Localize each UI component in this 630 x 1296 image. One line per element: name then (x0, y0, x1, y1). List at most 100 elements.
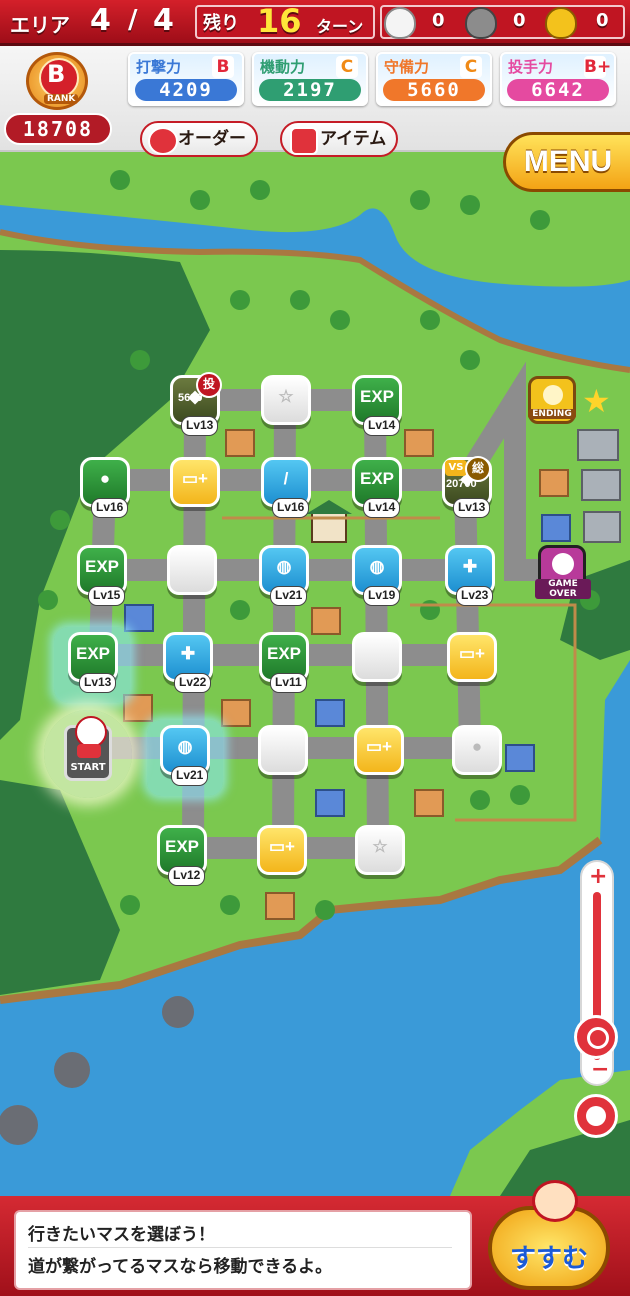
start-tile[interactable]: START (64, 716, 112, 781)
map-tile[interactable]: ✚ Lv22 (163, 632, 213, 693)
map-tile[interactable]: ▭+ (354, 725, 404, 775)
tile-icon: ✚ (180, 644, 196, 663)
bags-panel (380, 5, 625, 39)
message-line-1: 行きたいマスを選ぼう！ (28, 1225, 215, 1245)
tile-icon: ▭+ (459, 644, 485, 663)
ending-label: ENDING (528, 409, 576, 419)
rank-badge: B RANK (14, 52, 104, 114)
stat-label: 守備力 (384, 58, 430, 76)
map-tile[interactable]: ▭+ (170, 457, 220, 507)
map-tile[interactable]: / Lv16 (261, 457, 311, 518)
map-tile[interactable] (352, 632, 402, 682)
map-tile[interactable]: EXP Lv13 (68, 632, 118, 693)
white-bag-icon (384, 7, 416, 39)
white-bag-icon (552, 553, 574, 575)
magnifier-icon[interactable] (574, 1015, 618, 1059)
map-tile[interactable]: ◍ Lv21 (259, 545, 309, 606)
map-tile[interactable]: ◍ Lv19 (352, 545, 402, 606)
map-tile[interactable]: ◍ Lv21 (160, 725, 210, 786)
stat-card: 守備力 C 5660 (376, 52, 492, 106)
item-button-label: アイテム (320, 129, 387, 149)
tile-level: Lv14 (363, 416, 401, 436)
message-line-2: 道が繋がってるマスなら移動できるよ。 (28, 1257, 333, 1277)
stat-grade: B+ (584, 56, 612, 78)
map-tile[interactable] (167, 545, 217, 595)
map-tile[interactable]: ☆ (355, 825, 405, 875)
map-tile[interactable] (258, 725, 308, 775)
tile-level: Lv11 (270, 673, 307, 693)
rank-grade: B (47, 60, 66, 88)
stat-label: 機動力 (260, 58, 306, 76)
white-bag-count: 0 (432, 10, 445, 31)
vs-value: 20700 (446, 478, 477, 490)
stat-grade: B (212, 56, 234, 78)
tile-level: Lv22 (174, 673, 212, 693)
map-tile[interactable]: ☆ (261, 375, 311, 425)
backpack-icon (290, 127, 318, 155)
vs-badge: VS (445, 460, 467, 476)
item-button[interactable]: アイテム (280, 121, 398, 157)
tile-level: Lv14 (363, 498, 401, 518)
map-tile[interactable]: EXP Lv15 (77, 545, 127, 606)
area-current: 4 (90, 3, 111, 38)
menu-button-label: MENU (523, 145, 613, 178)
order-button[interactable]: オーダー (140, 121, 258, 157)
map-tile[interactable]: ✚ Lv23 (445, 545, 495, 606)
menu-button[interactable]: MENU (503, 132, 630, 192)
tile-icon: ☆ (278, 387, 294, 406)
rank-score: 18708 (22, 117, 94, 141)
stat-card: 投手力 B+ 6642 (500, 52, 616, 106)
zoom-out-icon[interactable]: − (591, 1057, 609, 1082)
game-over-tile[interactable]: GAME OVER (535, 545, 591, 599)
map-tile[interactable]: EXP Lv14 (352, 457, 402, 518)
recenter-player-button[interactable] (574, 1094, 618, 1138)
zoom-in-icon[interactable]: + (589, 864, 607, 889)
stat-grade: C (336, 56, 358, 78)
gold-bag-count: 0 (596, 10, 609, 31)
tile-level: Lv16 (272, 498, 310, 518)
tile-level: Lv19 (363, 586, 401, 606)
go-button-label: すすむ (509, 1244, 588, 1274)
stat-label: 投手力 (508, 58, 554, 76)
tile-icon: EXP (359, 469, 395, 488)
tile-level: Lv21 (171, 766, 209, 786)
rank-caption: RANK (44, 94, 79, 104)
stat-label: 打撃力 (136, 58, 182, 76)
map-tile[interactable]: EXP Lv11 (259, 632, 309, 693)
tile-icon: EXP (359, 387, 395, 406)
tile-level: Lv21 (270, 586, 308, 606)
tile-level: Lv16 (91, 498, 129, 518)
map-tile[interactable]: ● Lv16 (80, 457, 130, 518)
tile-level: Lv13 (181, 416, 219, 436)
stat-card: 機動力 C 2197 (252, 52, 368, 106)
tile-icon: / (283, 469, 289, 488)
pitch-badge-label: 投 (202, 377, 215, 391)
tile-level: Lv15 (88, 586, 126, 606)
tile-level: Lv13 (453, 498, 491, 518)
map-tile[interactable]: ▭+ (257, 825, 307, 875)
rank-score-pill: 18708 (4, 113, 112, 145)
go-button[interactable]: すすむ (488, 1180, 610, 1290)
area-separator: / (128, 5, 138, 35)
map-tile[interactable]: ● (452, 725, 502, 775)
tile-level: Lv13 (79, 673, 117, 693)
map-tile[interactable]: ▭+ (447, 632, 497, 682)
total-badge-label: 総 (471, 461, 484, 475)
magnifier-lens (587, 1027, 609, 1049)
tile-icon: ☆ (372, 837, 388, 856)
gray-bag-icon (465, 7, 497, 39)
coach-avatar-icon (532, 1180, 578, 1222)
tile-icon: ▭+ (269, 837, 295, 856)
tile-icon: EXP (266, 644, 302, 663)
tile-level: Lv12 (168, 866, 206, 886)
area-label: エリア (10, 13, 70, 37)
ending-goal[interactable]: ENDING (528, 376, 576, 424)
stat-grade: C (460, 56, 482, 78)
map-tile[interactable]: EXP Lv12 (157, 825, 207, 886)
player-body (77, 744, 101, 758)
tile-icon: ◍ (276, 557, 292, 576)
tile-icon: EXP (84, 557, 120, 576)
map-tile[interactable]: EXP Lv14 (352, 375, 402, 436)
tile-icon: ▭+ (182, 469, 208, 488)
gold-bag-icon (543, 385, 563, 405)
